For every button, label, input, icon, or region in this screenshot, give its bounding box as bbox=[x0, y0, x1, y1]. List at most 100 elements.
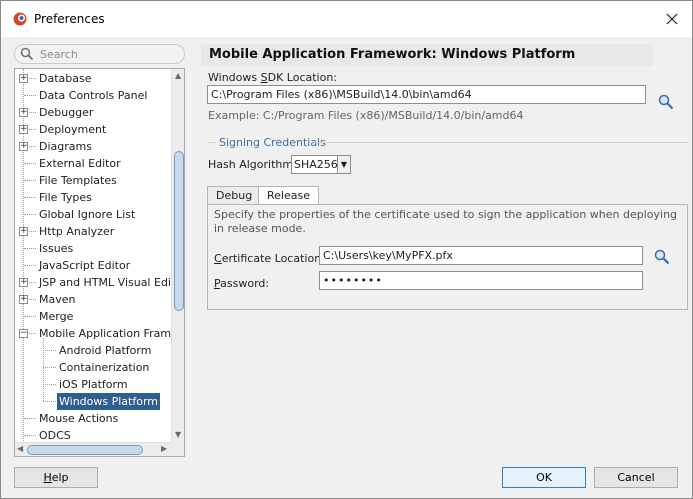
sdk-location-label: Windows SDK Location: bbox=[208, 71, 337, 84]
chevron-down-icon[interactable]: ▼ bbox=[337, 156, 350, 173]
tree-item[interactable]: Data Controls Panel bbox=[37, 87, 149, 104]
vertical-scroll-thumb[interactable] bbox=[174, 151, 184, 311]
tree-item-label: Deployment bbox=[39, 123, 107, 136]
title-bar: Preferences bbox=[1, 1, 692, 37]
horizontal-scroll-thumb[interactable] bbox=[27, 445, 143, 455]
tree-item-label: Global Ignore List bbox=[39, 208, 136, 221]
tree-item-label: ODCS bbox=[39, 429, 71, 442]
app-icon bbox=[13, 12, 27, 26]
tree-item-label: Mobile Application Framewo bbox=[39, 327, 185, 340]
tree-connector-line bbox=[24, 180, 36, 181]
tree-item[interactable]: Diagrams bbox=[37, 138, 94, 155]
tree-connector-line bbox=[24, 197, 36, 198]
scroll-down-arrow-icon[interactable]: ▼ bbox=[175, 430, 181, 439]
hash-algorithm-select[interactable]: SHA256 ▼ bbox=[291, 155, 351, 174]
certificate-location-field[interactable]: C:\Users\key\MyPFX.pfx bbox=[319, 246, 643, 265]
scroll-left-arrow-icon[interactable]: ◀ bbox=[17, 444, 23, 453]
search-placeholder: Search bbox=[40, 48, 78, 61]
close-button[interactable] bbox=[657, 5, 687, 33]
expand-icon[interactable]: + bbox=[19, 295, 28, 304]
help-label: elp bbox=[51, 471, 69, 484]
scroll-up-arrow-icon[interactable]: ▲ bbox=[175, 71, 181, 80]
tree-connector-line bbox=[43, 384, 56, 385]
tree-item[interactable]: JSP and HTML Visual Editor bbox=[37, 274, 185, 291]
tree-item-label: Diagrams bbox=[39, 140, 92, 153]
tab-release[interactable]: Release bbox=[258, 186, 319, 206]
tree-child-item[interactable]: Containerization bbox=[57, 359, 151, 376]
scroll-corner bbox=[171, 442, 184, 456]
tree-connector-line bbox=[43, 350, 56, 351]
tree-item[interactable]: External Editor bbox=[37, 155, 123, 172]
tree-item[interactable]: Mouse Actions bbox=[37, 410, 120, 427]
tree-item[interactable]: Global Ignore List bbox=[37, 206, 137, 223]
section-divider-right bbox=[314, 142, 688, 143]
collapse-icon[interactable]: − bbox=[19, 329, 28, 338]
tree-connector-line bbox=[24, 435, 36, 436]
tree-item[interactable]: Merge bbox=[37, 308, 75, 325]
expand-icon[interactable]: + bbox=[19, 74, 28, 83]
tree-connector-line bbox=[24, 316, 36, 317]
tree-connector-line bbox=[24, 95, 36, 96]
expand-icon[interactable]: + bbox=[19, 227, 28, 236]
tree-item[interactable]: Database bbox=[37, 70, 94, 87]
tree-item-label: Http Analyzer bbox=[39, 225, 115, 238]
hash-algorithm-value: SHA256 bbox=[294, 158, 338, 171]
browse-certificate-icon[interactable] bbox=[654, 249, 670, 265]
tree-item-label: JavaScript Editor bbox=[39, 259, 131, 272]
search-icon bbox=[20, 47, 34, 61]
hash-algorithm-label: Hash Algorithm: bbox=[208, 158, 297, 171]
expand-icon[interactable]: + bbox=[19, 278, 28, 287]
tree-item[interactable]: Http Analyzer bbox=[37, 223, 116, 240]
cancel-button[interactable]: Cancel bbox=[594, 467, 678, 488]
tree-connector-line bbox=[24, 214, 36, 215]
ok-button[interactable]: OK bbox=[502, 467, 586, 488]
expand-icon[interactable]: + bbox=[19, 142, 28, 151]
section-divider-left bbox=[207, 142, 215, 143]
tree-item[interactable]: File Types bbox=[37, 189, 94, 206]
tree-item[interactable]: Maven bbox=[37, 291, 77, 308]
tree-item[interactable]: Deployment bbox=[37, 121, 108, 138]
tree-item[interactable]: File Templates bbox=[37, 172, 119, 189]
tree-child-item[interactable]: Windows Platform bbox=[57, 393, 160, 410]
help-button[interactable]: Help bbox=[14, 467, 98, 488]
tree-connector-line bbox=[43, 367, 56, 368]
search-input[interactable]: Search bbox=[14, 44, 185, 64]
tree-item[interactable]: JavaScript Editor bbox=[37, 257, 132, 274]
browse-sdk-icon[interactable] bbox=[658, 94, 674, 110]
tree-item-label: Android Platform bbox=[59, 344, 152, 357]
sdk-location-field[interactable]: C:\Program Files (x86)\MSBuild\14.0\bin\… bbox=[207, 85, 646, 104]
password-label-suffix: assword: bbox=[220, 277, 270, 290]
tree-item-label: External Editor bbox=[39, 157, 121, 170]
window-title: Preferences bbox=[34, 12, 105, 26]
sdk-example-hint: Example: C:/Program Files (x86)/MSBuild/… bbox=[208, 109, 524, 122]
cert-label-suffix: ertificate Location: bbox=[221, 252, 325, 265]
tab-debug[interactable]: Debug bbox=[207, 186, 262, 205]
sdk-label-suffix: DK Location: bbox=[267, 71, 338, 84]
password-field[interactable]: •••••••• bbox=[319, 271, 643, 290]
tree-item-label: Mouse Actions bbox=[39, 412, 119, 425]
preferences-dialog: Preferences Search Database + Data Control… bbox=[0, 0, 693, 499]
tree-connector-line bbox=[24, 265, 36, 266]
tree-item-label: JSP and HTML Visual Editor bbox=[39, 276, 185, 289]
tree-item-label: Containerization bbox=[59, 361, 150, 374]
sdk-label-mnemonic: S bbox=[260, 71, 268, 84]
expand-icon[interactable]: + bbox=[19, 125, 28, 134]
tree-item-label: Database bbox=[39, 72, 92, 85]
tree-item[interactable]: Debugger bbox=[37, 104, 95, 121]
tree-connector-line bbox=[24, 248, 36, 249]
tree-item-label: Maven bbox=[39, 293, 76, 306]
tree-item-label: File Templates bbox=[39, 174, 117, 187]
expand-icon[interactable]: + bbox=[19, 108, 28, 117]
tree-item[interactable]: Issues bbox=[37, 240, 75, 257]
cert-label-mnemonic: C bbox=[214, 252, 222, 265]
tree-child-item[interactable]: Android Platform bbox=[57, 342, 153, 359]
close-icon bbox=[666, 13, 678, 25]
tree-item[interactable]: Mobile Application Framewo bbox=[37, 325, 185, 342]
scroll-right-arrow-icon[interactable]: ▶ bbox=[161, 444, 167, 453]
tree-horizontal-scrollbar[interactable]: ◀ ▶ bbox=[15, 442, 171, 456]
tree-item-label: Debugger bbox=[39, 106, 94, 119]
preferences-tree[interactable]: Database + Data Controls Panel Debugger + Dep… bbox=[14, 68, 185, 457]
tree-vertical-scrollbar[interactable]: ▲ ▼ bbox=[171, 69, 184, 442]
tree-child-item[interactable]: iOS Platform bbox=[57, 376, 130, 393]
help-mnemonic: H bbox=[43, 471, 52, 484]
